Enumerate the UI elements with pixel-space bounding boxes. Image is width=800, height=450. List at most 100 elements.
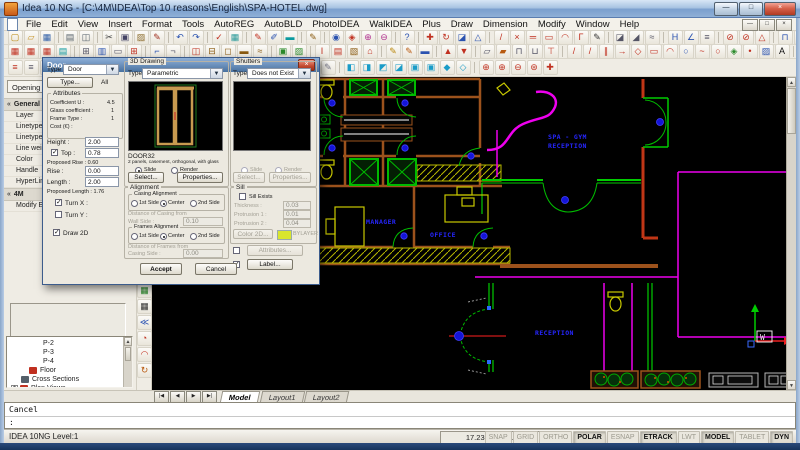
insert-block-icon[interactable]: ✚ [423,31,438,45]
cancel-button[interactable]: Cancel [195,263,237,275]
freehand-icon[interactable]: ✎ [590,31,605,45]
tree-item[interactable]: P-3 [9,348,122,357]
shutters-type-combo[interactable]: Does not Exist ▼ [247,68,311,79]
lamp-icon[interactable]: ⊤ [544,45,559,59]
spline-icon[interactable]: ~ [695,45,710,59]
pen-yellow-icon[interactable]: ✎ [386,45,401,59]
menu-item[interactable]: Draw [446,19,478,30]
rectangle-icon[interactable]: ▭ [542,31,557,45]
iso-view-icon[interactable]: ◪ [455,31,470,45]
length-field[interactable] [85,177,119,187]
turn-y-checkbox[interactable] [55,211,62,218]
hatch-icon[interactable]: ▨ [759,45,774,59]
scroll-down-icon[interactable]: ▼ [787,380,796,390]
roof-icon[interactable]: ⌂ [363,45,378,59]
layer-manager-icon[interactable]: ≡ [24,60,39,75]
stair-icon[interactable]: ≡ [700,31,715,45]
beam2-icon[interactable]: ▤ [331,45,346,59]
frames-center-radio[interactable] [160,233,167,240]
trim-icon[interactable]: ◢ [629,31,644,45]
layer-down-icon[interactable]: ≪ [137,315,152,330]
menu-item[interactable]: Edit [46,19,72,30]
render-icon[interactable]: ◉ [329,31,344,45]
draw-line2-icon[interactable]: / [583,45,598,59]
sofa-icon[interactable]: ⊔ [528,45,543,59]
zoom-window-icon[interactable]: ⊕ [361,31,376,45]
properties-3d-button[interactable]: Properties... [177,172,223,183]
menu-item[interactable]: Help [615,19,645,30]
edit-icon[interactable]: ✎ [306,31,321,45]
up-red-icon[interactable]: ▲ [441,45,456,59]
copy-icon[interactable]: ▣ [118,31,133,45]
sketch-icon[interactable]: ✎ [251,31,266,45]
type-button[interactable]: Type... [47,77,93,88]
view-front-icon[interactable]: ▣ [408,60,423,75]
angle-icon[interactable]: ∠ [684,31,699,45]
arrow-icon[interactable]: → [615,45,630,59]
arc-view-icon[interactable]: ◠ [137,347,152,362]
expand-icon[interactable]: + [11,385,18,388]
tab-nav-button[interactable]: ▶ [186,391,201,403]
furniture-icon[interactable]: ⊓ [512,45,527,59]
slab-icon[interactable]: ▧ [347,45,362,59]
tab-nav-button[interactable]: ▶| [202,391,217,403]
grid-red2-icon[interactable]: ▦ [24,45,39,59]
scrollbar-thumb[interactable] [125,347,131,361]
casing-1st-radio[interactable] [131,200,138,207]
zoom-previous-icon[interactable]: ⊖ [511,60,526,75]
accept-button[interactable]: Accept [140,263,182,275]
menu-item[interactable]: Window [571,19,615,30]
attributes-checkbox[interactable] [233,247,240,254]
tree-item[interactable]: Cross Sections [9,375,122,384]
draw-line-icon[interactable]: / [567,45,582,59]
menu-item[interactable]: Modify [533,19,571,30]
collapse-icon[interactable]: « [7,191,11,198]
height-field[interactable] [85,137,119,147]
print-preview-icon[interactable]: ◫ [79,31,94,45]
chevron-down-icon[interactable]: ▼ [106,65,118,74]
frames-1st-radio[interactable] [131,233,138,240]
tab-model[interactable]: Model [220,391,260,403]
polyline-edit-icon[interactable]: ✐ [267,31,282,45]
top-checkbox[interactable]: ✓ [51,149,58,156]
refresh-view-icon[interactable]: ◔ [137,331,152,346]
draw-2d-checkbox[interactable]: ✓ [53,229,60,236]
close-button[interactable]: × [764,2,796,16]
minimize-button[interactable]: — [714,2,738,16]
menu-item[interactable]: AutoREG [209,19,259,30]
grid-red-icon[interactable]: ▦ [8,45,23,59]
raster-image-icon[interactable]: ▦ [137,299,152,314]
cut-icon[interactable]: ✂ [102,31,117,45]
view-se-iso-icon[interactable]: ◇ [456,60,471,75]
arc-icon[interactable]: ◠ [558,31,573,45]
circle-icon[interactable]: ○ [679,45,694,59]
match-props3-icon[interactable]: ✎ [321,60,336,75]
menu-item[interactable]: WalkIDEA [364,19,417,30]
hatch-wall-icon[interactable]: ▰ [496,45,511,59]
zoom-dynamic-icon[interactable]: ⊖ [377,31,392,45]
tree-item[interactable]: + Plan Views [9,384,122,388]
undo-icon[interactable]: ↶ [173,31,188,45]
table-icon[interactable]: ⊓ [778,31,793,45]
command-window[interactable]: Cancel : [4,402,796,429]
draw-order-icon[interactable]: ≡ [8,60,23,75]
top-field[interactable] [85,148,119,158]
menu-item[interactable]: View [73,19,103,30]
menu-item[interactable]: Plus [417,19,445,30]
print-icon[interactable]: ▤ [63,31,78,45]
check-icon[interactable]: ✓ [212,31,227,45]
parallel-icon[interactable]: ∥ [599,45,614,59]
mdi-close-button[interactable]: × [776,19,792,31]
arc2-icon[interactable]: ◠ [663,45,678,59]
casing-center-radio[interactable] [160,200,167,207]
chevron-down-icon[interactable]: ▼ [210,69,222,78]
pan-icon[interactable]: ✚ [543,60,558,75]
ruler-icon[interactable]: ▬ [418,45,433,59]
image-icon[interactable]: ▦ [228,31,243,45]
menu-item[interactable]: PhotoIDEA [307,19,364,30]
materials-icon[interactable]: ◈ [345,31,360,45]
line-icon[interactable]: / [494,31,509,45]
sill-exists-checkbox[interactable] [239,193,246,200]
view-right-icon[interactable]: ◪ [392,60,407,75]
mdi-restore-button[interactable]: □ [759,19,775,31]
